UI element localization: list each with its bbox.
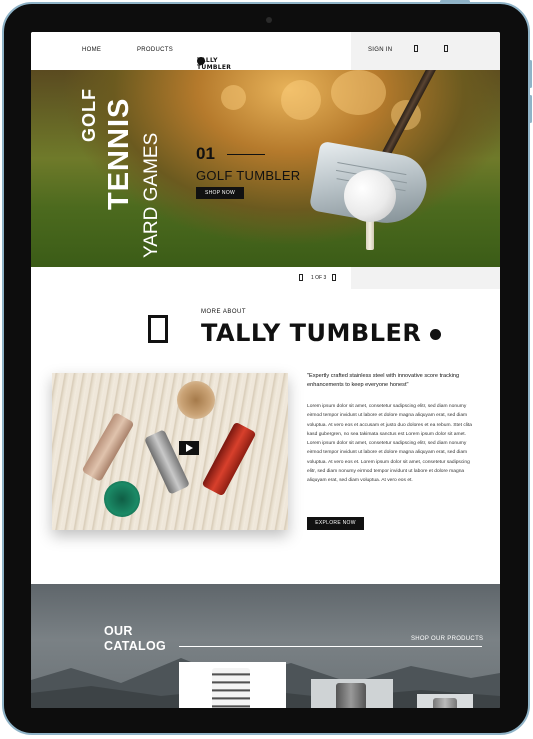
about-brand-text: TALLY TUMBLER bbox=[201, 319, 422, 347]
catalog-title-line1: OUR bbox=[104, 624, 133, 638]
catalog-product-image bbox=[212, 668, 250, 708]
user-icon[interactable] bbox=[414, 45, 418, 52]
volume-button bbox=[529, 60, 532, 88]
silver-tumbler bbox=[143, 429, 191, 495]
catalog-divider bbox=[179, 646, 482, 647]
power-button bbox=[440, 0, 470, 3]
catalog-title-line2: CATALOG bbox=[104, 639, 167, 653]
hero-title: GOLF TUMBLER bbox=[196, 168, 301, 183]
vertical-word-tennis: TENNIS bbox=[103, 97, 135, 210]
rose-gold-tumbler bbox=[81, 412, 135, 482]
catalog-section: OUR CATALOG SHOP OUR PRODUCTS bbox=[31, 584, 500, 708]
green-lid bbox=[104, 481, 140, 517]
website-screen: HOME PRODUCTS TALLY TUMBLER SIGN IN GOLF… bbox=[31, 32, 500, 708]
nav-home-link[interactable]: HOME bbox=[82, 47, 101, 53]
shop-now-button[interactable]: SHOP NOW bbox=[196, 187, 244, 199]
catalog-product-image bbox=[433, 698, 457, 708]
red-tumbler bbox=[201, 421, 257, 497]
bokeh-light bbox=[221, 85, 246, 110]
golf-ball bbox=[344, 170, 396, 222]
more-about-label: MORE ABOUT bbox=[201, 309, 247, 315]
slider-controls: 1 OF 3 bbox=[31, 267, 500, 289]
top-nav: HOME PRODUCTS TALLY TUMBLER SIGN IN bbox=[31, 32, 500, 71]
cart-icon[interactable] bbox=[444, 45, 448, 52]
bokeh-light bbox=[331, 70, 386, 115]
slide-counter: 1 OF 3 bbox=[311, 275, 327, 281]
next-arrow-icon[interactable] bbox=[332, 274, 336, 281]
hero-banner: GOLF TENNIS YARD GAMES 01 GOLF TUMBLER S… bbox=[31, 70, 500, 267]
prev-arrow-icon[interactable] bbox=[299, 274, 303, 281]
catalog-card[interactable] bbox=[179, 662, 286, 708]
slide-number: 01 bbox=[196, 144, 215, 163]
play-icon[interactable] bbox=[179, 441, 199, 455]
catalog-title: OUR CATALOG bbox=[104, 624, 166, 654]
about-brand-logo: TALLY TUMBLER bbox=[201, 319, 442, 347]
slider-grey-panel bbox=[351, 267, 500, 289]
sign-in-link[interactable]: SIGN IN bbox=[368, 47, 392, 53]
explore-now-button[interactable]: EXPLORE NOW bbox=[307, 517, 364, 530]
slide-number-line bbox=[227, 154, 265, 155]
volume-button bbox=[529, 95, 532, 123]
bokeh-light bbox=[281, 80, 321, 120]
about-quote: "Expertly crafted stainless steel with i… bbox=[307, 373, 460, 388]
product-photo bbox=[52, 373, 288, 530]
golf-ball-icon bbox=[430, 328, 442, 340]
wood-lid-tumbler bbox=[177, 381, 215, 419]
nav-products-link[interactable]: PRODUCTS bbox=[137, 47, 173, 53]
catalog-card[interactable] bbox=[311, 679, 393, 708]
golf-ball-icon bbox=[197, 57, 205, 65]
shop-our-products-link[interactable]: SHOP OUR PRODUCTS bbox=[411, 636, 483, 642]
vertical-word-golf: GOLF bbox=[79, 88, 99, 142]
about-body-text: Lorem ipsum dolor sit amet, consetetur s… bbox=[307, 404, 473, 484]
camera-icon bbox=[266, 17, 272, 23]
golf-tee bbox=[366, 220, 374, 250]
vertical-word-yard-games: YARD GAMES bbox=[141, 132, 162, 258]
bracket-decoration bbox=[148, 315, 168, 343]
catalog-card[interactable] bbox=[417, 694, 473, 708]
catalog-product-image bbox=[336, 683, 366, 708]
